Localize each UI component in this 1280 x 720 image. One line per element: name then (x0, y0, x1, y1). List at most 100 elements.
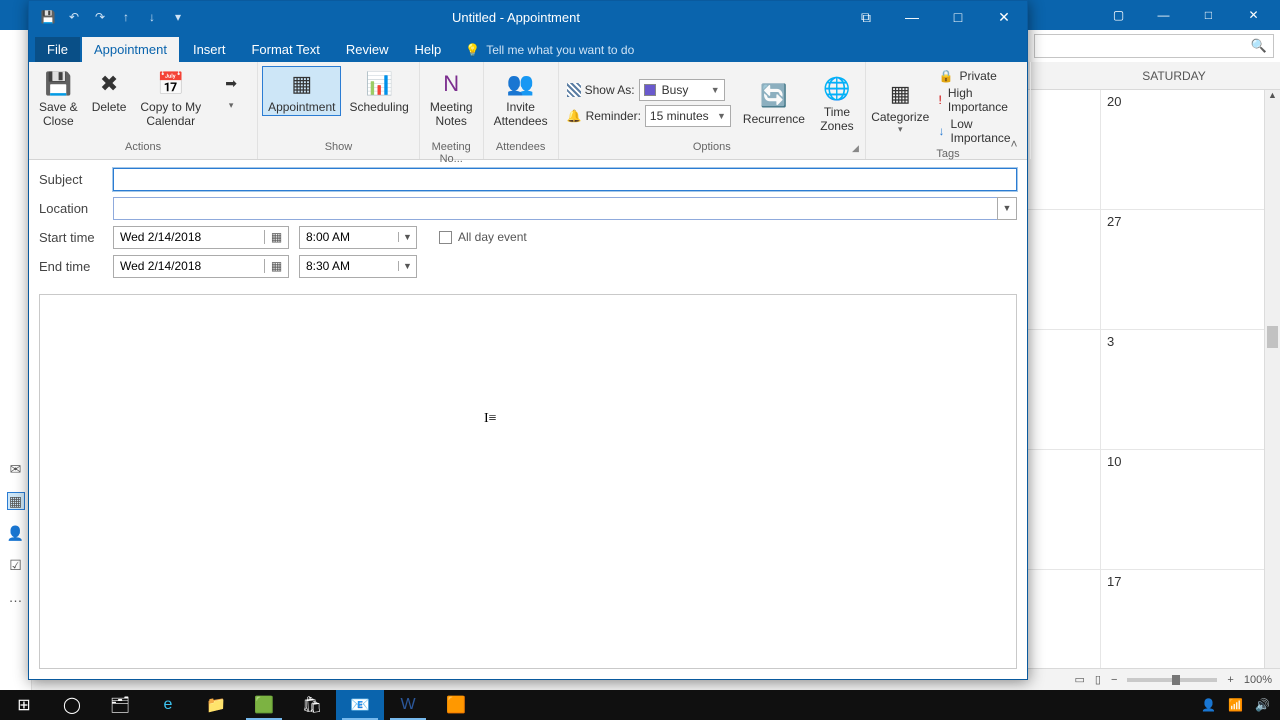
volume-tray-icon[interactable]: 🔊 (1255, 698, 1270, 712)
caret-icon: ▼ (711, 85, 720, 95)
main-maximize-button[interactable]: □ (1186, 1, 1231, 29)
tab-file[interactable]: File (35, 37, 80, 62)
minimize-button[interactable]: — (889, 1, 935, 33)
copy-to-calendar-button[interactable]: 📅Copy to My Calendar (134, 66, 207, 130)
outlook-taskbar-icon[interactable]: 📧 (336, 690, 384, 720)
categorize-button[interactable]: ▦Categorize▾ (870, 76, 931, 137)
group-show: ▦Appointment 📊Scheduling Show (258, 62, 420, 159)
app2-taskbar-icon[interactable]: 🟧 (432, 690, 480, 720)
people-tray-icon[interactable]: 👤 (1201, 698, 1216, 712)
invite-attendees-button[interactable]: 👥Invite Attendees (488, 66, 554, 130)
show-as-combo[interactable]: Busy ▼ (639, 79, 725, 101)
start-date-picker[interactable]: Wed 2/14/2018 ▦ (113, 226, 289, 249)
calendar-scrollbar[interactable]: ▲ ▼ (1264, 90, 1280, 690)
collapse-ribbon-button[interactable]: ˄ (1005, 137, 1023, 155)
recurrence-button[interactable]: 🔄Recurrence (737, 78, 811, 128)
end-time-picker[interactable]: 8:30 AM ▼ (299, 255, 417, 278)
delete-button[interactable]: ✖Delete (86, 66, 133, 116)
options-launcher-icon[interactable]: ◢ (852, 143, 859, 154)
caret-icon[interactable]: ▼ (398, 261, 416, 271)
appointment-body-editor[interactable]: I≡ (39, 294, 1017, 669)
location-input[interactable] (113, 197, 997, 220)
time-zones-button[interactable]: 🌐Time Zones (813, 71, 861, 135)
view-normal-icon[interactable]: ▭ (1075, 673, 1085, 686)
calendar-search-input[interactable]: 🔍 (1034, 34, 1274, 58)
qat-customize-icon[interactable]: ▾ (167, 6, 189, 28)
more-rail-icon[interactable]: … (7, 588, 25, 606)
view-reading-icon[interactable]: ▯ (1095, 673, 1101, 686)
calendar-picker-icon[interactable]: ▦ (264, 259, 288, 273)
day-cell[interactable]: 10 (1100, 450, 1280, 569)
caret-icon[interactable]: ▼ (398, 232, 416, 242)
tell-me-input[interactable]: 💡 Tell me what you want to do (455, 38, 644, 62)
qat-undo-icon[interactable]: ↶ (63, 6, 85, 28)
word-taskbar-icon[interactable]: W (384, 690, 432, 720)
search-icon: 🔍 (1251, 38, 1267, 54)
group-label-tags: Tags (870, 148, 1026, 160)
qat-down-icon[interactable]: ↓ (141, 6, 163, 28)
main-minimize-button[interactable]: — (1141, 1, 1186, 29)
tab-format-text[interactable]: Format Text (239, 37, 331, 62)
maximize-button[interactable]: □ (935, 1, 981, 33)
qat-save-icon[interactable]: 💾 (37, 6, 59, 28)
store-taskbar-icon[interactable]: 🛍 (288, 690, 336, 720)
tasks-rail-icon[interactable]: ☑ (7, 556, 25, 574)
day-cell[interactable]: 27 (1100, 210, 1280, 329)
all-day-checkbox[interactable]: All day event (439, 230, 527, 244)
quick-access-toolbar: 💾 ↶ ↷ ↑ ↓ ▾ (29, 6, 189, 28)
scroll-up-icon[interactable]: ▲ (1265, 90, 1280, 106)
copy-calendar-icon: 📅 (155, 68, 187, 100)
save-close-button[interactable]: 💾Save & Close (33, 66, 84, 130)
main-close-button[interactable]: ✕ (1231, 1, 1276, 29)
show-as-label: Show As: (585, 83, 635, 97)
zoom-out-button[interactable]: − (1111, 674, 1117, 686)
tab-insert[interactable]: Insert (181, 37, 238, 62)
high-importance-button[interactable]: !High Importance (939, 86, 1021, 114)
qat-redo-icon[interactable]: ↷ (89, 6, 111, 28)
tab-review[interactable]: Review (334, 37, 401, 62)
tab-help[interactable]: Help (402, 37, 453, 62)
save-close-icon: 💾 (42, 68, 74, 100)
tell-me-label: Tell me what you want to do (486, 43, 634, 57)
reminder-combo[interactable]: 15 minutes ▼ (645, 105, 731, 127)
main-ribbon-options-icon[interactable]: ▢ (1096, 1, 1141, 29)
zoom-in-button[interactable]: + (1227, 674, 1233, 686)
task-view-button[interactable]: 🗂 (96, 690, 144, 720)
location-dropdown-button[interactable]: ▼ (997, 197, 1017, 220)
group-label-notes: Meeting No... (424, 141, 479, 159)
appointment-titlebar[interactable]: 💾 ↶ ↷ ↑ ↓ ▾ Untitled - Appointment ⧉ — □… (29, 1, 1027, 33)
saturday-header: SATURDAY (1084, 62, 1264, 89)
high-importance-label: High Importance (948, 86, 1020, 114)
window-title: Untitled - Appointment (189, 10, 843, 25)
mail-rail-icon[interactable]: ✉ (7, 460, 25, 478)
start-button[interactable]: ⊞ (0, 690, 48, 720)
people-rail-icon[interactable]: 👤 (7, 524, 25, 542)
app-taskbar-icon[interactable]: 🟩 (240, 690, 288, 720)
private-button[interactable]: 🔒Private (939, 69, 1021, 83)
meeting-notes-button[interactable]: NMeeting Notes (424, 66, 479, 130)
network-tray-icon[interactable]: 📶 (1228, 698, 1243, 712)
cortana-button[interactable]: ◯ (48, 690, 96, 720)
ribbon-display-options-button[interactable]: ⧉ (843, 1, 889, 33)
close-button[interactable]: ✕ (981, 1, 1027, 33)
day-cell[interactable]: 3 (1100, 330, 1280, 449)
lightbulb-icon: 💡 (465, 43, 480, 57)
explorer-taskbar-icon[interactable]: 📁 (192, 690, 240, 720)
day-cell[interactable]: 20 (1100, 90, 1280, 209)
appointment-view-button[interactable]: ▦Appointment (262, 66, 341, 116)
busy-swatch-icon (644, 84, 656, 96)
start-time-picker[interactable]: 8:00 AM ▼ (299, 226, 417, 249)
subject-input[interactable] (113, 168, 1017, 191)
scroll-thumb[interactable] (1267, 326, 1278, 348)
qat-up-icon[interactable]: ↑ (115, 6, 137, 28)
edge-taskbar-icon[interactable]: e (144, 690, 192, 720)
tab-appointment[interactable]: Appointment (82, 37, 179, 62)
calendar-rail-icon[interactable]: ▦ (7, 492, 25, 510)
categorize-icon: ▦ (884, 78, 916, 110)
group-label-options: Options◢ (563, 141, 861, 159)
scheduling-button[interactable]: 📊Scheduling (343, 66, 414, 116)
forward-button[interactable]: ➡▾ (209, 66, 253, 113)
end-date-picker[interactable]: Wed 2/14/2018 ▦ (113, 255, 289, 278)
calendar-picker-icon[interactable]: ▦ (264, 230, 288, 244)
appointment-view-icon: ▦ (286, 68, 318, 100)
